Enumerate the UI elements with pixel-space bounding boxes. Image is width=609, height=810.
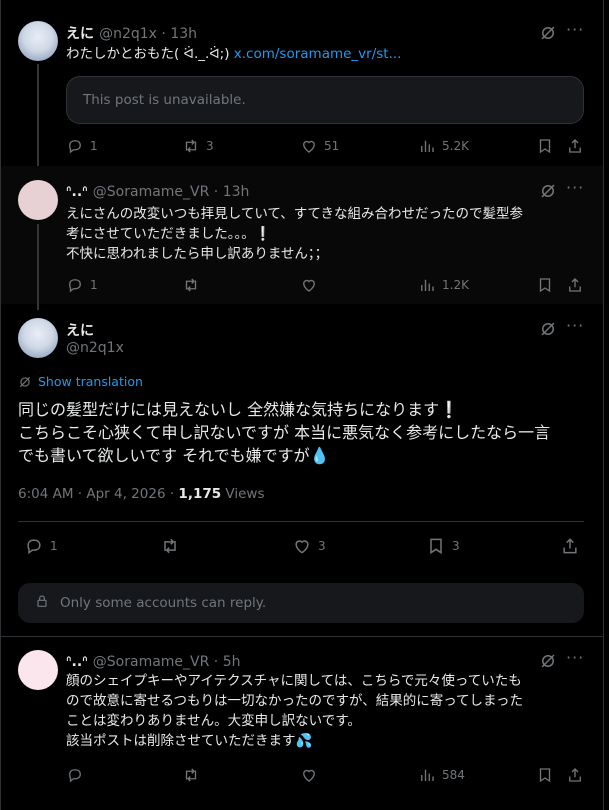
reply-icon: [69, 769, 81, 783]
reply-icon: [69, 140, 81, 154]
reply-button[interactable]: 1: [66, 276, 98, 294]
share-icon: [569, 278, 581, 292]
grok-icon[interactable]: [539, 24, 557, 42]
post-time[interactable]: 13h: [170, 26, 197, 42]
like-button[interactable]: [300, 766, 318, 784]
share-button[interactable]: [560, 536, 580, 556]
reply-restriction-notice: Only some accounts can reply.: [18, 583, 584, 623]
share-button[interactable]: [566, 276, 584, 294]
post-link[interactable]: x.com/soramame_vr/st...: [234, 46, 402, 62]
post-timestamp[interactable]: 6:04 AM · Apr 4, 2026 · 1,175 Views: [18, 486, 265, 502]
author-handle[interactable]: @n2q1x: [99, 26, 157, 42]
reply-button[interactable]: 1: [24, 536, 58, 556]
reply-button[interactable]: 1: [66, 137, 98, 155]
like-icon: [303, 140, 315, 153]
avatar[interactable]: [18, 180, 58, 220]
share-icon: [563, 538, 577, 554]
like-icon: [303, 279, 315, 292]
author-handle[interactable]: @n2q1x: [66, 340, 124, 356]
like-icon: [295, 540, 309, 554]
author-name[interactable]: ᐢ..ᐢ: [66, 184, 88, 200]
post-text: わたしかとおもた( ᐛ._.ᐛ;) x.com/soramame_vr/st..…: [66, 46, 402, 62]
repost-icon: [185, 278, 197, 292]
share-button[interactable]: [566, 766, 584, 784]
repost-icon: [185, 768, 197, 782]
grok-icon[interactable]: [539, 320, 557, 338]
post-header: ᐢ..ᐢ @Soramame_VR · 13h: [66, 184, 250, 200]
repost-button[interactable]: 3: [182, 137, 214, 155]
translate-icon: [19, 376, 31, 387]
author-handle[interactable]: @Soramame_VR: [93, 184, 210, 200]
views-icon: [421, 769, 434, 781]
more-icon[interactable]: ···: [566, 20, 584, 39]
share-icon: [569, 768, 581, 782]
views-icon: [421, 140, 434, 152]
repost-button[interactable]: [182, 766, 200, 784]
like-button[interactable]: 51: [300, 137, 339, 155]
post-header: ᐢ..ᐢ @Soramame_VR · 5h: [66, 654, 241, 670]
repost-button[interactable]: [160, 536, 180, 556]
like-icon: [303, 769, 315, 782]
views-button[interactable]: 1.2K: [418, 276, 469, 294]
like-button[interactable]: [300, 276, 318, 294]
bookmark-icon: [430, 538, 442, 555]
reply-icon: [69, 279, 81, 293]
reply-icon: [27, 539, 41, 555]
avatar[interactable]: [18, 21, 58, 61]
bookmark-button[interactable]: [536, 276, 554, 294]
bookmark-button[interactable]: 3: [426, 536, 460, 556]
more-icon[interactable]: ···: [566, 316, 584, 335]
like-button[interactable]: 3: [292, 536, 326, 556]
grok-icon[interactable]: [539, 652, 557, 670]
share-button[interactable]: [566, 137, 584, 155]
reply-button[interactable]: [66, 766, 84, 784]
post-time[interactable]: 5h: [223, 654, 241, 670]
thread-line: [37, 64, 39, 174]
views-button[interactable]: 5.2K: [418, 137, 469, 155]
more-icon[interactable]: ···: [566, 648, 584, 667]
timeline-border-right: [603, 0, 604, 810]
divider: [18, 521, 584, 522]
author-name[interactable]: ᐢ..ᐢ: [66, 654, 88, 670]
post-header: えに @n2q1x · 13h: [66, 26, 197, 42]
avatar[interactable]: [18, 650, 58, 690]
bookmark-icon: [539, 768, 551, 783]
bookmark-button[interactable]: [536, 766, 554, 784]
more-icon[interactable]: ···: [566, 178, 584, 197]
views-count: 1,175: [178, 486, 222, 502]
lock-icon: [34, 593, 50, 613]
thread-line: [37, 224, 39, 310]
views-icon: [421, 279, 434, 291]
post-text: えにさんの改変いつも拝見していて、すてきな組み合わせだったので髪型参 考にさせて…: [66, 206, 523, 262]
author-name[interactable]: えに: [66, 320, 94, 340]
post-text: 顔のシェイプキーやアイテクスチャに関しては、こちらで元々使っていたも ので故意に…: [66, 673, 523, 749]
grok-icon[interactable]: [539, 182, 557, 200]
author-handle[interactable]: @Soramame_VR: [93, 654, 210, 670]
bookmark-icon: [539, 139, 551, 154]
avatar[interactable]: [18, 318, 58, 358]
main-post-text: 同じの髪型だけには見えないし 全然嫌な気持ちになります❕ こちらこそ心狭くて申し…: [18, 400, 551, 465]
repost-button[interactable]: [182, 276, 200, 294]
bookmark-button[interactable]: [536, 137, 554, 155]
author-name[interactable]: えに: [66, 26, 94, 42]
share-icon: [569, 139, 581, 153]
post-time[interactable]: 13h: [223, 184, 250, 200]
bookmark-icon: [539, 278, 551, 293]
quoted-post-unavailable: This post is unavailable.: [66, 76, 584, 124]
repost-icon: [185, 139, 197, 153]
show-translation-link[interactable]: Show translation: [18, 374, 143, 389]
repost-icon: [164, 538, 176, 554]
views-button[interactable]: 584: [418, 766, 465, 784]
